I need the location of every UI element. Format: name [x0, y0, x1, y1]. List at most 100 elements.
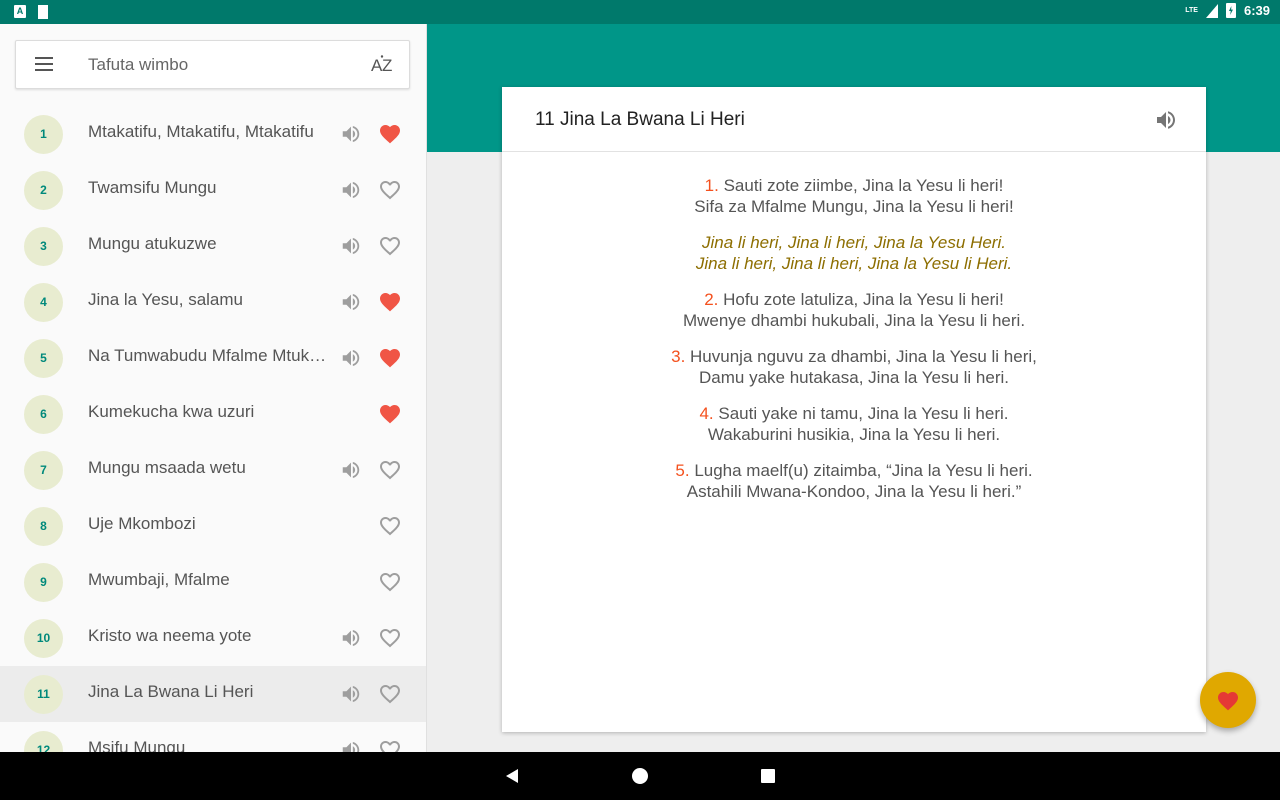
favorite-heart-outline-icon[interactable]: [378, 514, 402, 538]
song-list-item[interactable]: 11 Jina La Bwana Li Heri: [0, 666, 426, 722]
battery-charging-icon: [1225, 3, 1236, 18]
song-list-item[interactable]: 6 Kumekucha kwa uzuri: [0, 386, 426, 442]
lyric-text: Huvunja nguvu za dhambi, Jina la Yesu li…: [690, 347, 1037, 366]
song-title: Jina la Yesu, salamu: [88, 290, 243, 309]
favorite-heart-filled-icon[interactable]: [378, 122, 402, 146]
lyric-text: Sifa za Mfalme Mungu, Jina la Yesu li he…: [694, 197, 1014, 216]
lyric-text: Wakaburini husikia, Jina la Yesu li heri…: [707, 425, 1001, 444]
song-number-badge: 9: [24, 563, 63, 602]
song-list-item[interactable]: 8 Uje Mkombozi: [0, 498, 426, 554]
song-number-badge: 1: [24, 115, 63, 154]
favorite-heart-outline-icon[interactable]: [378, 234, 402, 258]
song-list-item[interactable]: 10 Kristo wa neema yote: [0, 610, 426, 666]
heart-icon: [1218, 692, 1238, 711]
back-icon[interactable]: [504, 768, 520, 784]
song-title: Kristo wa neema yote: [88, 626, 252, 645]
play-audio-icon[interactable]: [1154, 108, 1178, 132]
play-audio-icon[interactable]: [340, 347, 362, 369]
stanza-number: 3.: [671, 347, 686, 366]
song-list-item[interactable]: 4 Jina la Yesu, salamu: [0, 274, 426, 330]
lyric-line: Sifa za Mfalme Mungu, Jina la Yesu li he…: [502, 196, 1206, 217]
song-list-item[interactable]: 7 Mungu msaada wetu: [0, 442, 426, 498]
lyric-line: Mwenye dhambi hukubali, Jina la Yesu li …: [502, 310, 1206, 331]
favorite-heart-outline-icon[interactable]: [378, 570, 402, 594]
signal-icon: [1205, 3, 1218, 18]
song-list-item[interactable]: 9 Mwumbaji, Mfalme: [0, 554, 426, 610]
song-list-item[interactable]: 1 Mtakatifu, Mtakatifu, Mtakatifu: [0, 106, 426, 162]
stanza: 1. Sauti zote ziimbe, Jina la Yesu li he…: [502, 175, 1206, 217]
menu-icon[interactable]: [35, 57, 55, 73]
play-audio-icon[interactable]: [340, 683, 362, 705]
recents-icon[interactable]: [761, 769, 775, 783]
sort-az-icon[interactable]: A Z: [371, 54, 393, 79]
lyric-text: Hofu zote latuliza, Jina la Yesu li heri…: [723, 290, 1004, 309]
song-list-item[interactable]: 3 Mungu atukuzwe: [0, 218, 426, 274]
search-input[interactable]: [88, 51, 358, 79]
play-audio-icon[interactable]: [340, 179, 362, 201]
favorite-heart-filled-icon[interactable]: [378, 346, 402, 370]
play-audio-icon[interactable]: [340, 459, 362, 481]
navigation-bar: [0, 752, 1280, 800]
favorite-heart-filled-icon[interactable]: [378, 402, 402, 426]
lyric-text: Sauti yake ni tamu, Jina la Yesu li heri…: [718, 404, 1009, 423]
play-audio-icon[interactable]: [340, 627, 362, 649]
favorite-heart-filled-icon[interactable]: [378, 290, 402, 314]
song-title: Jina La Bwana Li Heri: [88, 682, 254, 701]
song-number-badge: 4: [24, 283, 63, 322]
favorite-heart-outline-icon[interactable]: [378, 738, 402, 752]
home-icon[interactable]: [632, 768, 648, 784]
lyric-line: 5. Lugha maelf(u) zitaimba, “Jina la Yes…: [502, 460, 1206, 481]
song-title: Mtakatifu, Mtakatifu, Mtakatifu: [88, 122, 314, 141]
lyric-text: Damu yake hutakasa, Jina la Yesu li heri…: [699, 368, 1009, 387]
favorite-heart-outline-icon[interactable]: [378, 178, 402, 202]
song-number-badge: 10: [24, 619, 63, 658]
play-audio-icon[interactable]: [340, 739, 362, 752]
stanza-number: 5.: [675, 461, 690, 480]
song-title: Mungu atukuzwe: [88, 234, 217, 253]
lyric-line: Damu yake hutakasa, Jina la Yesu li heri…: [502, 367, 1206, 388]
lyric-text: Sauti zote ziimbe, Jina la Yesu li heri!: [723, 176, 1004, 195]
hymn-card: 11 Jina La Bwana Li Heri 1. Sauti zote z…: [502, 87, 1206, 732]
stanza: 3. Huvunja nguvu za dhambi, Jina la Yesu…: [502, 346, 1206, 388]
favorite-heart-outline-icon[interactable]: [378, 458, 402, 482]
lyric-line: 1. Sauti zote ziimbe, Jina la Yesu li he…: [502, 175, 1206, 196]
lyric-line: Jina li heri, Jina li heri, Jina la Yesu…: [502, 232, 1206, 253]
lyric-line: Astahili Mwana-Kondoo, Jina la Yesu li h…: [502, 481, 1206, 502]
favorite-heart-outline-icon[interactable]: [378, 626, 402, 650]
search-bar: A Z: [15, 40, 410, 89]
stanza-number: 2.: [704, 290, 719, 309]
lyric-text: Lugha maelf(u) zitaimba, “Jina la Yesu l…: [694, 461, 1033, 480]
notification-square-icon: [38, 5, 48, 19]
hymn-title: 11 Jina La Bwana Li Heri: [535, 109, 745, 130]
network-type: LTE: [1185, 7, 1198, 14]
song-title: Kumekucha kwa uzuri: [88, 402, 255, 421]
song-title: Mungu msaada wetu: [88, 458, 246, 477]
song-number-badge: 3: [24, 227, 63, 266]
lyric-text: Jina li heri, Jina li heri, Jina la Yesu…: [695, 254, 1013, 273]
stanza-number: 1.: [704, 176, 719, 195]
song-list-item[interactable]: 2 Twamsifu Mungu: [0, 162, 426, 218]
status-time: 6:39: [1243, 3, 1270, 18]
stanza: 5. Lugha maelf(u) zitaimba, “Jina la Yes…: [502, 460, 1206, 502]
lyric-text: Mwenye dhambi hukubali, Jina la Yesu li …: [682, 311, 1026, 330]
song-list-item[interactable]: 12 Msifu Mungu: [0, 722, 426, 752]
song-title: Na Tumwabudu Mfalme Mtukufu: [88, 346, 330, 365]
song-number-badge: 7: [24, 451, 63, 490]
song-number-badge: 12: [24, 731, 63, 752]
lyric-line: Jina li heri, Jina li heri, Jina la Yesu…: [502, 253, 1206, 274]
favorite-heart-outline-icon[interactable]: [378, 682, 402, 706]
status-notifications: A: [14, 5, 48, 19]
hymn-lyrics: 1. Sauti zote ziimbe, Jina la Yesu li he…: [502, 175, 1206, 517]
favorite-fab-button[interactable]: [1200, 672, 1256, 728]
song-number-badge: 5: [24, 339, 63, 378]
hymn-card-header: 11 Jina La Bwana Li Heri: [502, 87, 1206, 152]
song-title: Uje Mkombozi: [88, 514, 196, 533]
song-title: Msifu Mungu: [88, 738, 186, 752]
lyric-line: 4. Sauti yake ni tamu, Jina la Yesu li h…: [502, 403, 1206, 424]
play-audio-icon[interactable]: [340, 291, 362, 313]
play-audio-icon[interactable]: [340, 123, 362, 145]
song-list-item[interactable]: 5 Na Tumwabudu Mfalme Mtukufu: [0, 330, 426, 386]
play-audio-icon[interactable]: [340, 235, 362, 257]
song-number-badge: 6: [24, 395, 63, 434]
stanza-number: 4.: [699, 404, 714, 423]
